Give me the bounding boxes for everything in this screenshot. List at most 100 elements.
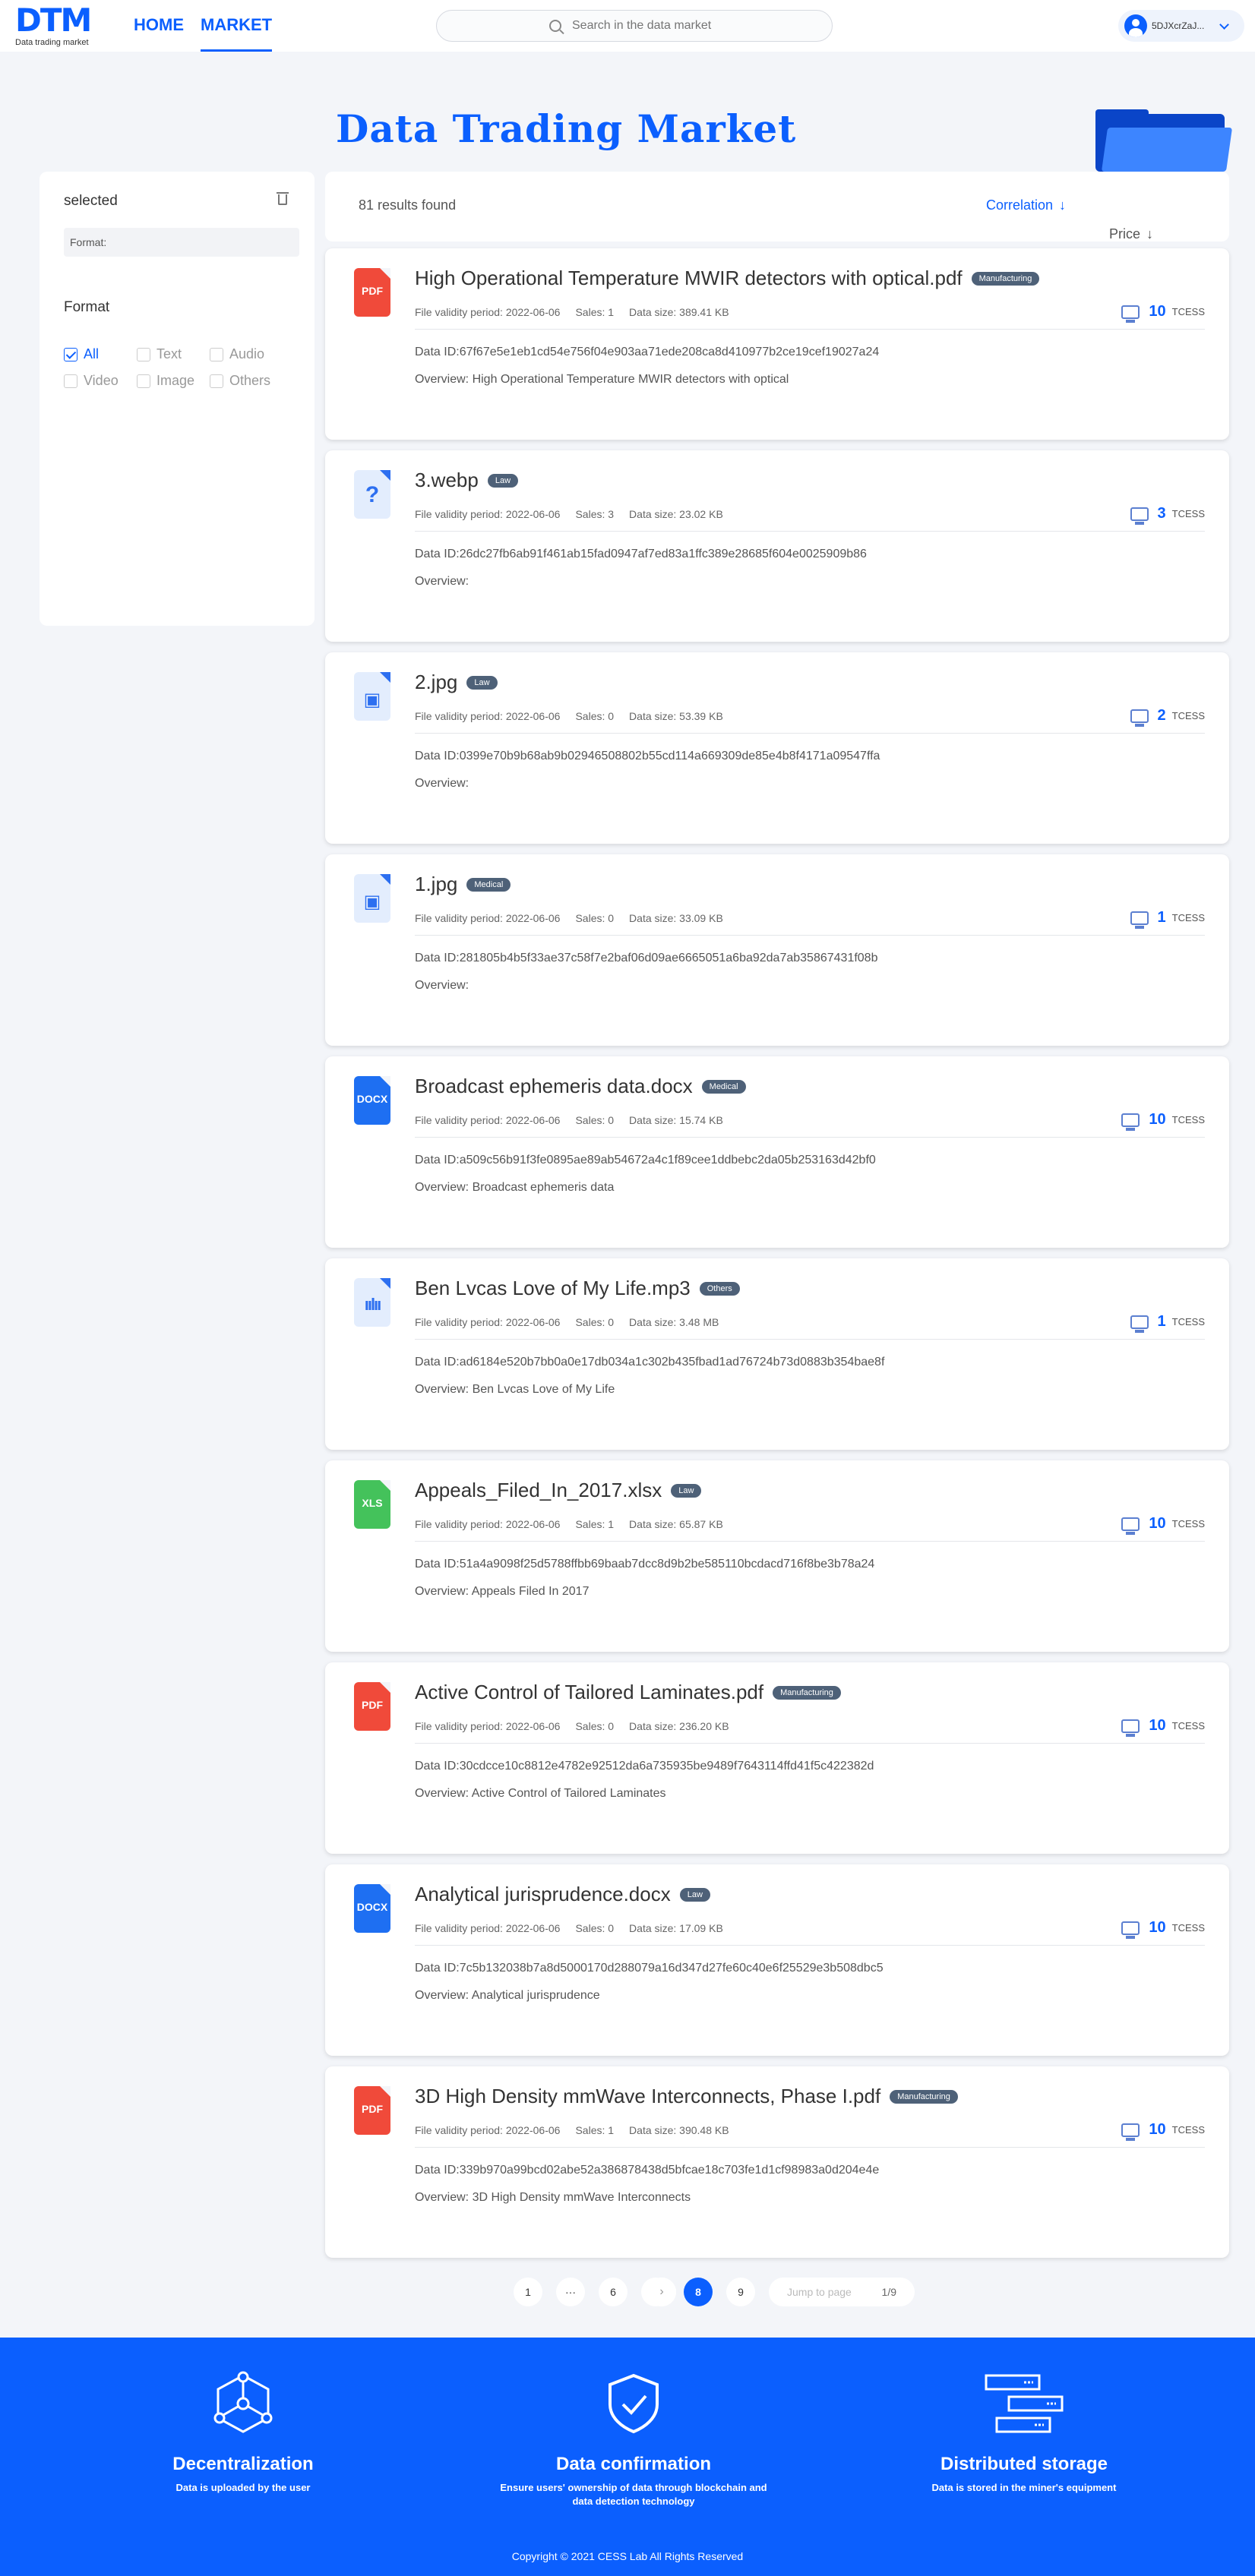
cart-icon[interactable] bbox=[1130, 1315, 1149, 1333]
card-title[interactable]: Analytical jurisprudence.docx Law bbox=[415, 1883, 710, 1906]
format-option-audio[interactable]: Audio bbox=[210, 346, 283, 362]
trash-icon[interactable] bbox=[277, 192, 289, 205]
cart-icon[interactable] bbox=[1121, 1921, 1140, 1939]
price-value: 3 bbox=[1157, 505, 1166, 522]
data-id: Data ID:281805b4b5f33ae37c58f7e2baf06d09… bbox=[415, 952, 878, 964]
format-option-video[interactable]: Video bbox=[64, 373, 137, 389]
card-meta: File validity period: 2022-06-06 Sales: 1… bbox=[415, 2124, 729, 2136]
data-card[interactable]: ıılıı Ben Lvcas Love of My Life.mp3 Others… bbox=[325, 1258, 1229, 1450]
data-card[interactable]: XLS Appeals_Filed_In_2017.xlsx Law File val… bbox=[325, 1460, 1229, 1652]
file-type-label: ıılıı bbox=[364, 1295, 382, 1314]
chevron-down-icon[interactable] bbox=[1219, 19, 1230, 30]
file-type-label: PDF bbox=[362, 1699, 383, 1711]
checkbox-icon[interactable] bbox=[64, 374, 77, 388]
data-card[interactable]: ? 3.webp Law File validity period: 2022-06-… bbox=[325, 450, 1229, 642]
file-name[interactable]: High Operational Temperature MWIR detect… bbox=[415, 267, 963, 290]
category-tag: Medical bbox=[466, 877, 511, 892]
nav-market[interactable]: MARKET bbox=[201, 0, 273, 52]
format-option-text[interactable]: Text bbox=[137, 346, 210, 362]
divider bbox=[415, 1945, 1205, 1946]
go-page-button[interactable]: › bbox=[647, 2278, 676, 2306]
folder-icon bbox=[1095, 109, 1233, 172]
search-icon[interactable] bbox=[549, 20, 561, 32]
card-title[interactable]: 2.jpg Law bbox=[415, 671, 498, 694]
file-name[interactable]: 3D High Density mmWave Interconnects, Ph… bbox=[415, 2085, 880, 2108]
overview: Overview: 3D High Density mmWave Interco… bbox=[415, 2191, 691, 2204]
card-title[interactable]: Active Control of Tailored Laminates.pdf… bbox=[415, 1681, 841, 1704]
card-title[interactable]: Ben Lvcas Love of My Life.mp3 Others bbox=[415, 1277, 740, 1300]
card-title[interactable]: High Operational Temperature MWIR detect… bbox=[415, 267, 1040, 290]
page-ellipsis[interactable]: ··· bbox=[556, 2278, 585, 2306]
checkbox-icon[interactable] bbox=[64, 347, 77, 361]
price-value: 10 bbox=[1149, 303, 1166, 320]
cart-icon[interactable] bbox=[1121, 1719, 1140, 1737]
checkbox-icon[interactable] bbox=[137, 347, 150, 361]
data-size: Data size: 33.09 KB bbox=[629, 912, 723, 924]
sort-price-button[interactable]: Price ↓ bbox=[1109, 226, 1205, 242]
data-id: Data ID:a509c56b91f3fe0895ae89ab54672a4c… bbox=[415, 1154, 876, 1166]
selected-heading: selected bbox=[64, 193, 118, 209]
page-button[interactable]: 6 bbox=[599, 2278, 628, 2306]
cart-icon[interactable] bbox=[1130, 911, 1149, 929]
current-page-button[interactable]: 8 bbox=[684, 2278, 713, 2306]
price-unit: TCESS bbox=[1171, 2124, 1205, 2136]
data-card[interactable]: DOCX Broadcast ephemeris data.docx Medical… bbox=[325, 1056, 1229, 1248]
validity-period: File validity period: 2022-06-06 bbox=[415, 306, 561, 318]
jump-to-page-input[interactable]: Jump to page 1/9 bbox=[769, 2278, 915, 2306]
cart-icon[interactable] bbox=[1121, 1517, 1140, 1535]
cart-icon[interactable] bbox=[1121, 2123, 1140, 2141]
file-name[interactable]: Ben Lvcas Love of My Life.mp3 bbox=[415, 1277, 691, 1300]
data-card[interactable]: ▣ 2.jpg Law File validity period: 2022-06-0… bbox=[325, 652, 1229, 844]
file-name[interactable]: 3.webp bbox=[415, 469, 479, 492]
card-title[interactable]: 1.jpg Medical bbox=[415, 873, 511, 896]
data-card[interactable]: ▣ 1.jpg Medical File validity period: 2022-… bbox=[325, 854, 1229, 1046]
format-option-image[interactable]: Image bbox=[137, 373, 210, 389]
copyright: Copyright © 2021 CESS Lab All Rights Res… bbox=[511, 2550, 744, 2562]
card-title[interactable]: 3.webp Law bbox=[415, 469, 519, 492]
logo[interactable]: DTM Data trading market bbox=[15, 5, 92, 48]
overview: Overview: Analytical jurisprudence bbox=[415, 1989, 600, 2002]
file-name[interactable]: Appeals_Filed_In_2017.xlsx bbox=[415, 1479, 662, 1502]
divider bbox=[415, 1137, 1205, 1138]
page-button[interactable]: 9 bbox=[726, 2278, 755, 2306]
cart-icon[interactable] bbox=[1130, 709, 1149, 727]
search-input[interactable] bbox=[572, 19, 754, 33]
format-option-all[interactable]: All bbox=[64, 346, 137, 362]
price-unit: TCESS bbox=[1171, 508, 1205, 519]
validity-period: File validity period: 2022-06-06 bbox=[415, 710, 561, 722]
checkbox-icon[interactable] bbox=[210, 374, 223, 388]
file-name[interactable]: Analytical jurisprudence.docx bbox=[415, 1883, 671, 1906]
file-name[interactable]: 1.jpg bbox=[415, 873, 457, 896]
user-menu[interactable]: 5DJXcrZaJ... bbox=[1118, 10, 1244, 42]
file-name[interactable]: 2.jpg bbox=[415, 671, 457, 694]
data-card[interactable]: PDF 3D High Density mmWave Interconnects,… bbox=[325, 2066, 1229, 2258]
divider bbox=[415, 935, 1205, 936]
checkbox-icon[interactable] bbox=[137, 374, 150, 388]
card-meta: File validity period: 2022-06-06 Sales: 1… bbox=[415, 1518, 723, 1530]
card-meta: File validity period: 2022-06-06 Sales: 0… bbox=[415, 1720, 729, 1732]
shield-check-icon bbox=[609, 2373, 659, 2434]
category-tag: Manufacturing bbox=[890, 2089, 958, 2104]
feature-title: Decentralization bbox=[172, 2454, 314, 2474]
nav-home[interactable]: HOME bbox=[134, 0, 184, 52]
data-card[interactable]: PDF Active Control of Tailored Laminates.… bbox=[325, 1662, 1229, 1854]
file-type-label: PDF bbox=[362, 2103, 383, 2115]
data-size: Data size: 15.74 KB bbox=[629, 1114, 723, 1126]
cart-icon[interactable] bbox=[1130, 507, 1149, 525]
card-title[interactable]: Broadcast ephemeris data.docx Medical bbox=[415, 1075, 746, 1098]
data-card[interactable]: DOCX Analytical jurisprudence.docx Law File… bbox=[325, 1864, 1229, 2056]
file-name[interactable]: Active Control of Tailored Laminates.pdf bbox=[415, 1681, 763, 1704]
checkbox-icon[interactable] bbox=[210, 347, 223, 361]
cart-icon[interactable] bbox=[1121, 1113, 1140, 1131]
page-button[interactable]: 1 bbox=[514, 2278, 542, 2306]
file-name[interactable]: Broadcast ephemeris data.docx bbox=[415, 1075, 693, 1098]
divider bbox=[415, 1743, 1205, 1744]
card-title[interactable]: Appeals_Filed_In_2017.xlsx Law bbox=[415, 1479, 702, 1502]
data-card[interactable]: PDF High Operational Temperature MWIR det… bbox=[325, 248, 1229, 440]
cart-icon[interactable] bbox=[1121, 305, 1140, 323]
format-option-others[interactable]: Others bbox=[210, 373, 283, 389]
price: 2 TCESS bbox=[1130, 707, 1205, 727]
card-title[interactable]: 3D High Density mmWave Interconnects, Ph… bbox=[415, 2085, 958, 2108]
data-size: Data size: 3.48 MB bbox=[629, 1316, 719, 1328]
sort-correlation-button[interactable]: Correlation ↓ bbox=[986, 197, 1066, 213]
